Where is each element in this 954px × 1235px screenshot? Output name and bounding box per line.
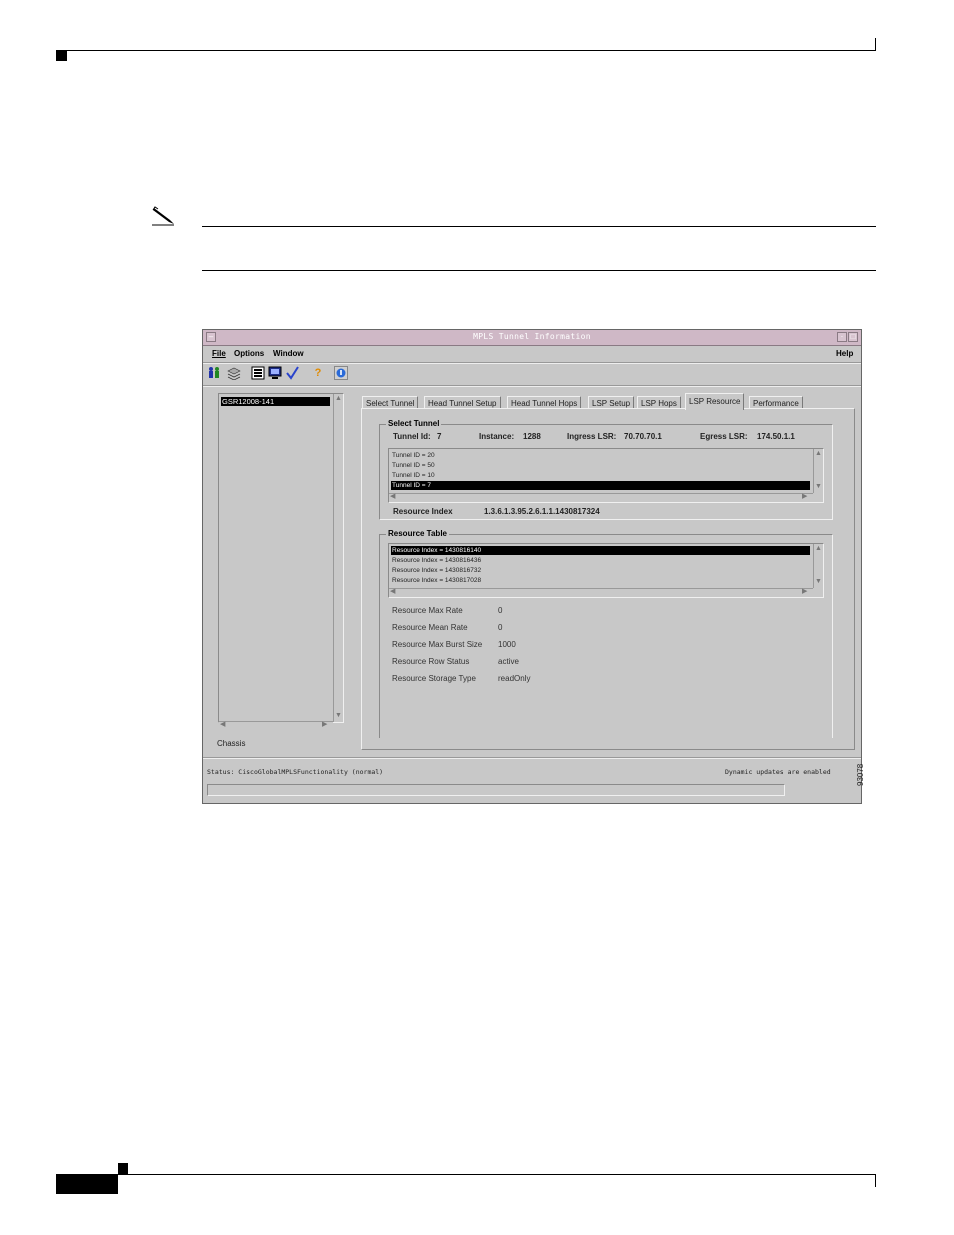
monitor-icon[interactable] [268, 366, 282, 380]
top-rule [56, 50, 876, 51]
menu-separator [203, 362, 861, 364]
bottom-right-tick [875, 1174, 876, 1187]
list-item[interactable]: Tunnel ID = 20 [391, 451, 810, 460]
instance-label: Instance: [479, 432, 515, 441]
note-pencil-icon [150, 204, 176, 226]
resource-row-status-value: active [498, 657, 519, 666]
resource-index-label: Resource Index [393, 507, 453, 516]
bottom-rule [56, 1174, 876, 1175]
minimize-button[interactable]: · [837, 332, 847, 342]
resource-list-vertical-scrollbar[interactable]: ▲ ▼ [813, 544, 823, 588]
resource-list-horizontal-scrollbar[interactable]: ◀ ▶ [389, 588, 813, 597]
select-tunnel-group: Select Tunnel Tunnel Id: 7 Instance: 128… [379, 419, 833, 520]
window-title: MPLS Tunnel Information [473, 332, 591, 341]
chassis-tree[interactable]: GSR12008-141 ▲ ▼ ◀ ▶ [218, 393, 344, 730]
help-icon[interactable]: ? [311, 366, 325, 380]
egress-lsr-label: Egress LSR: [700, 432, 748, 441]
resource-storage-type-value: readOnly [498, 674, 531, 683]
tree-horizontal-scrollbar[interactable]: ◀ ▶ [219, 721, 333, 730]
tree-vertical-scrollbar[interactable]: ▲ ▼ [333, 394, 343, 722]
tunnel-list-horizontal-scrollbar[interactable]: ◀ ▶ [389, 493, 813, 502]
resource-max-rate-value: 0 [498, 606, 503, 615]
progress-bar [207, 784, 785, 796]
resource-table-legend: Resource Table [386, 529, 449, 538]
title-bar[interactable]: – MPLS Tunnel Information · □ [203, 330, 861, 346]
menu-window[interactable]: Window [273, 349, 304, 358]
page-number-block [56, 1175, 118, 1194]
egress-lsr-value: 174.50.1.1 [757, 432, 795, 441]
list-item-selected[interactable]: Resource Index = 1430816140 [391, 546, 810, 555]
list-icon[interactable] [251, 366, 265, 380]
top-right-tick [875, 38, 876, 51]
status-text: Status: CiscoGlobalMPLSFunctionality (no… [207, 768, 384, 776]
maximize-button[interactable]: □ [848, 332, 858, 342]
resource-max-rate-label: Resource Max Rate [392, 606, 463, 615]
resource-list[interactable]: Resource Index = 1430816140 Resource Ind… [388, 543, 824, 598]
users-icon[interactable] [207, 366, 221, 380]
figure-id: 93078 [856, 763, 865, 786]
tab-lsp-resource[interactable]: LSP Resource [685, 393, 745, 410]
layers-icon[interactable] [227, 366, 241, 381]
check-icon[interactable] [285, 366, 299, 380]
mpls-tunnel-window: – MPLS Tunnel Information · □ File Optio… [202, 329, 862, 804]
top-corner-mark [56, 51, 67, 61]
ingress-lsr-value: 70.70.70.1 [624, 432, 662, 441]
ingress-lsr-label: Ingress LSR: [567, 432, 617, 441]
menu-bar: File Options Window Help [203, 346, 861, 362]
tunnel-id-label: Tunnel Id: [393, 432, 431, 441]
list-item[interactable]: Tunnel ID = 10 [391, 471, 810, 480]
status-separator [203, 757, 861, 759]
list-item[interactable]: Tunnel ID = 50 [391, 461, 810, 470]
resource-max-burst-label: Resource Max Burst Size [392, 640, 483, 649]
dynamic-updates-status: Dynamic updates are enabled [725, 768, 831, 776]
tunnel-id-value: 7 [437, 432, 442, 441]
resource-mean-rate-label: Resource Mean Rate [392, 623, 468, 632]
toolbar-separator [203, 385, 861, 387]
menu-file[interactable]: File [212, 349, 226, 358]
note-rule-bottom [202, 270, 876, 271]
info-icon[interactable] [334, 366, 348, 380]
list-item[interactable]: Resource Index = 1430816732 [391, 566, 810, 575]
list-item-selected[interactable]: Tunnel ID = 7 [391, 481, 810, 490]
resource-storage-type-label: Resource Storage Type [392, 674, 476, 683]
resource-index-value: 1.3.6.1.3.95.2.6.1.1.1430817324 [484, 507, 600, 516]
tunnel-list[interactable]: Tunnel ID = 20 Tunnel ID = 50 Tunnel ID … [388, 448, 824, 503]
tab-content-panel: Select Tunnel Tunnel Id: 7 Instance: 128… [361, 408, 855, 750]
tree-item-selected[interactable]: GSR12008-141 [221, 397, 330, 406]
menu-options[interactable]: Options [234, 349, 264, 358]
instance-value: 1288 [523, 432, 541, 441]
select-tunnel-legend: Select Tunnel [386, 419, 442, 428]
list-item[interactable]: Resource Index = 1430817028 [391, 576, 810, 585]
tree-footer-label: Chassis [217, 739, 246, 748]
note-rule-top [202, 226, 876, 227]
resource-mean-rate-value: 0 [498, 623, 503, 632]
resource-row-status-label: Resource Row Status [392, 657, 470, 666]
list-item[interactable]: Resource Index = 1430816436 [391, 556, 810, 565]
bottom-corner-mark [118, 1163, 128, 1174]
menu-help[interactable]: Help [836, 349, 853, 358]
resource-table-group: Resource Table Resource Index = 14308161… [379, 529, 833, 738]
tunnel-list-vertical-scrollbar[interactable]: ▲ ▼ [813, 449, 823, 493]
resource-max-burst-value: 1000 [498, 640, 516, 649]
